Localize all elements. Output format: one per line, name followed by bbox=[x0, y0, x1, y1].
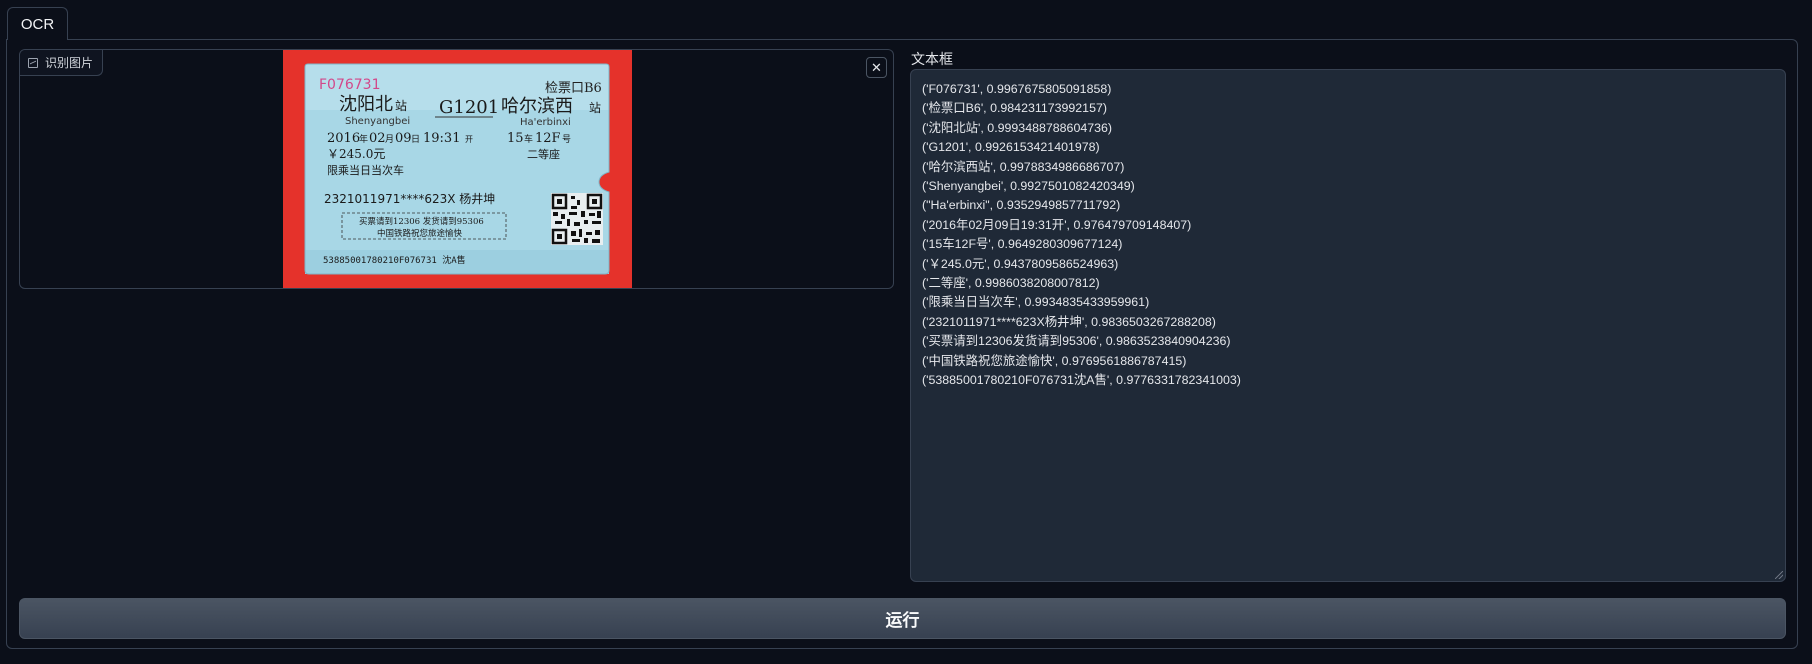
ticket-notice-2: 中国铁路祝您旅途愉快 bbox=[377, 228, 463, 239]
qr-code-icon bbox=[551, 193, 603, 245]
ticket-date-month: 02 bbox=[369, 131, 386, 146]
tab-bar: OCR bbox=[0, 0, 1812, 40]
ticket-date-day: 09 bbox=[395, 131, 412, 146]
ticket-seat-class: 二等座 bbox=[527, 147, 560, 161]
ticket-date-month-unit: 月 bbox=[385, 134, 394, 145]
image-input-label: 识别图片 bbox=[20, 50, 104, 76]
ticket-restriction: 限乘当日当次车 bbox=[327, 163, 404, 177]
ticket-date-time: 19:31 bbox=[423, 131, 460, 146]
clear-image-button[interactable]: ✕ bbox=[866, 57, 887, 78]
image-icon bbox=[28, 57, 38, 68]
result-line: ('Shenyangbei', 0.9927501082420349) bbox=[922, 179, 1135, 194]
ticket-date-year-unit: 年 bbox=[359, 133, 368, 145]
result-line: ('二等座', 0.9986038208007812) bbox=[922, 276, 1100, 291]
ticket-price: ￥245.0元 bbox=[327, 147, 385, 161]
ticket-date-year: 2016 bbox=[327, 131, 360, 146]
ocr-result-textarea[interactable]: ('F076731', 0.9967675805091858) ('检票口B6',… bbox=[910, 69, 1786, 582]
image-input[interactable]: 识别图片 ✕ F076731 检票口B6 沈阳北 站 Shenyangbei G… bbox=[19, 49, 894, 289]
run-button[interactable]: 运行 bbox=[19, 598, 1786, 639]
close-icon: ✕ bbox=[871, 59, 882, 75]
ticket-date-day-unit: 日 bbox=[411, 134, 420, 145]
ticket-date: 2016 年 02 月 09 日 19:31 开 bbox=[327, 131, 473, 146]
ticket-train-no: G1201 bbox=[439, 97, 499, 118]
resize-handle[interactable] bbox=[1775, 571, 1783, 579]
textbox-label: 文本框 bbox=[911, 51, 953, 67]
ticket-to-suffix: 站 bbox=[589, 101, 601, 115]
result-line: ('限乘当日当次车', 0.9934835433959961) bbox=[922, 295, 1150, 310]
ocr-panel: 识别图片 ✕ F076731 检票口B6 沈阳北 站 Shenyangbei G… bbox=[6, 39, 1798, 649]
result-line: ('买票请到12306发货请到95306', 0.986352384090423… bbox=[922, 334, 1231, 349]
result-line: ('53885001780210F076731沈A售', 0.977633178… bbox=[922, 373, 1241, 388]
ticket-date-depart: 开 bbox=[465, 135, 473, 144]
ticket-seat-car-unit: 车 bbox=[524, 133, 533, 145]
result-line: ('2016年02月09日19:31开', 0.976479709148407) bbox=[922, 217, 1192, 232]
ticket-gate: 检票口B6 bbox=[545, 81, 602, 96]
ticket-to-station: 哈尔滨西 bbox=[501, 96, 573, 117]
ticket-from-suffix: 站 bbox=[395, 99, 407, 113]
ticket-serial: F076731 bbox=[319, 77, 381, 93]
result-line: ('中国铁路祝您旅途愉快', 0.9769561886787415) bbox=[922, 353, 1187, 368]
result-line: ('哈尔滨西站', 0.9978834986686707) bbox=[922, 159, 1125, 174]
result-line: ('G1201', 0.9926153421401978) bbox=[922, 140, 1100, 155]
ticket-notice-1: 买票请到12306 发货请到95306 bbox=[359, 216, 484, 227]
image-input-label-text: 识别图片 bbox=[45, 56, 94, 70]
tab-ocr[interactable]: OCR bbox=[7, 7, 68, 40]
ticket-barcode-number: 53885001780210F076731 沈A售 bbox=[323, 254, 466, 266]
result-line: ('检票口B6', 0.984231173992157) bbox=[922, 101, 1107, 116]
ticket-image: F076731 检票口B6 沈阳北 站 Shenyangbei G1201 哈尔… bbox=[283, 50, 632, 288]
result-line: ('15车12F号', 0.9649280309677124) bbox=[922, 237, 1123, 252]
ticket-seat-car: 15 bbox=[507, 131, 524, 146]
ticket-from-station: 沈阳北 bbox=[339, 94, 393, 115]
ticket-to-pinyin: Ha'erbinxi bbox=[520, 117, 571, 128]
result-line: ('F076731', 0.9967675805091858) bbox=[922, 82, 1112, 96]
ticket-seat-no: 12F bbox=[535, 131, 561, 146]
ticket-id-name: 2321011971****623X 杨井坤 bbox=[324, 191, 495, 206]
result-line: ("Ha'erbinxi", 0.9352949857711792) bbox=[922, 198, 1121, 213]
result-line: ('￥245.0元', 0.9437809586524963) bbox=[922, 256, 1119, 271]
result-line: ('沈阳北站', 0.9993488788604736) bbox=[922, 120, 1113, 135]
result-line: ('2321011971****623X杨井坤', 0.983650326728… bbox=[922, 314, 1216, 329]
ticket-seat-no-unit: 号 bbox=[562, 134, 571, 145]
ticket-from-pinyin: Shenyangbei bbox=[345, 116, 410, 127]
